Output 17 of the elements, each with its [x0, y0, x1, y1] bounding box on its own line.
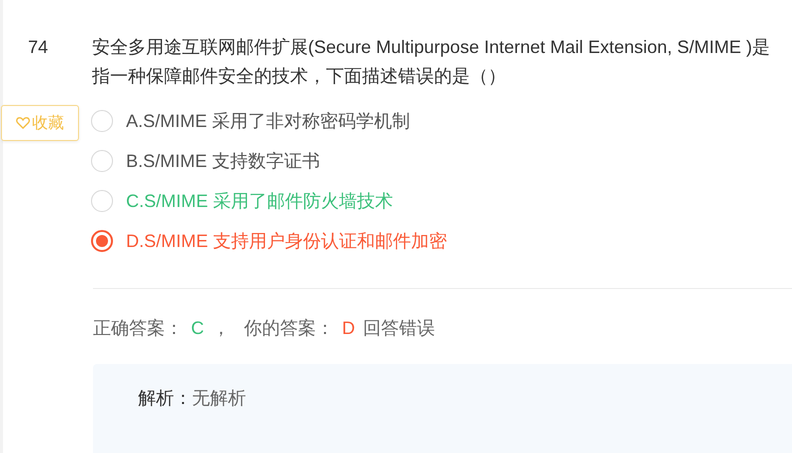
- correct-answer-label: 正确答案：: [93, 317, 183, 340]
- separator: ，: [212, 317, 230, 340]
- analysis-label: 解析：: [138, 388, 192, 408]
- favorite-button[interactable]: 收藏: [1, 105, 79, 141]
- heart-icon: [16, 117, 30, 129]
- your-answer-label: 你的答案：: [244, 317, 334, 340]
- radio-button[interactable]: [91, 230, 113, 252]
- question-text: 安全多用途互联网邮件扩展(Secure Multipurpose Internet Mail Extension, S/MIME )是指一种保障邮件安全的技术，下面描述错误的是（）: [92, 36, 772, 88]
- option-text: D.S/MIME 支持用户身份认证和邮件加密: [126, 230, 448, 253]
- correct-answer: C: [191, 318, 204, 338]
- your-answer: D: [342, 318, 355, 338]
- verdict-text: 回答错误: [363, 317, 435, 340]
- option-text: C.S/MIME 采用了邮件防火墙技术: [126, 190, 394, 213]
- option-text: B.S/MIME 支持数字证书: [126, 150, 320, 173]
- question-number: 74: [26, 36, 48, 59]
- analysis-text: 无解析: [192, 388, 246, 408]
- option-text: A.S/MIME 采用了非对称密码学机制: [126, 110, 410, 133]
